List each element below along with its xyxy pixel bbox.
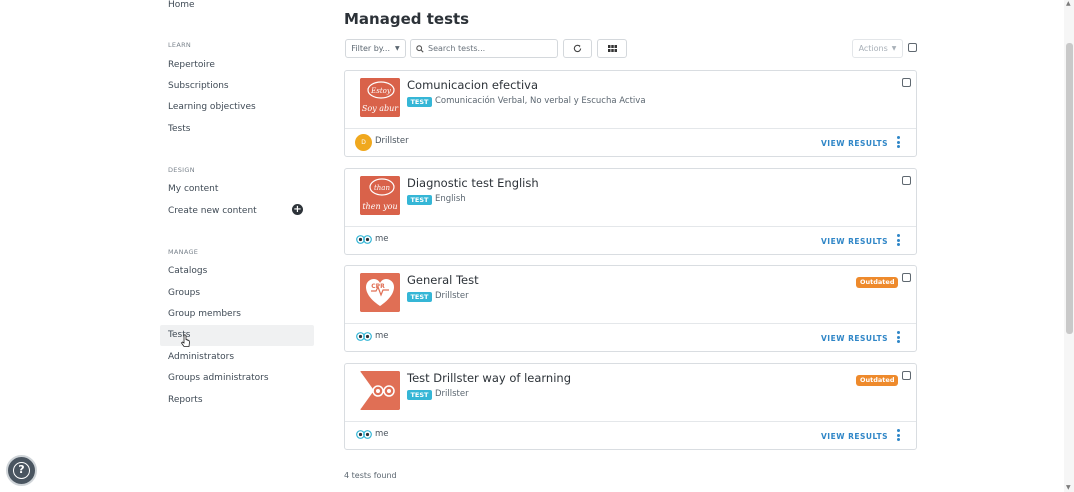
mouse-cursor-icon (181, 334, 190, 347)
page-title: Managed tests (344, 10, 470, 28)
outdated-badge: Outdated (856, 277, 899, 288)
scroll-up-icon[interactable]: ▲ (1066, 0, 1071, 7)
sidebar-item-create-new-content[interactable]: Create new content (168, 206, 257, 216)
filter-dropdown[interactable]: Filter by... ▼ (345, 39, 406, 58)
sidebar-item-my-content[interactable]: My content (168, 184, 218, 194)
sidebar-item-group-members[interactable]: Group members (168, 309, 241, 319)
view-results-link[interactable]: VIEW RESULTS (821, 432, 888, 441)
drillster-eyes-icon (356, 430, 372, 439)
refresh-icon (573, 44, 582, 53)
card-divider (345, 323, 916, 324)
svg-text:Estoy: Estoy (370, 87, 392, 95)
card-divider (345, 128, 916, 129)
filter-label: Filter by... (351, 44, 391, 53)
card-checkbox[interactable] (902, 176, 911, 185)
scroll-thumb[interactable] (1066, 43, 1073, 334)
sidebar-item-catalogs[interactable]: Catalogs (168, 266, 207, 276)
test-badge: TEST (407, 390, 432, 400)
view-results-link[interactable]: VIEW RESULTS (821, 139, 888, 148)
sidebar-item-repertoire[interactable]: Repertoire (168, 60, 215, 70)
test-subtitle: Drillster (435, 291, 469, 301)
owner-name: me (375, 331, 389, 341)
caret-down-icon: ▼ (395, 45, 400, 52)
card-checkbox[interactable] (902, 371, 911, 380)
svg-text:then you: then you (362, 202, 397, 211)
test-subtitle: Drillster (435, 389, 469, 399)
view-results-link[interactable]: VIEW RESULTS (821, 334, 888, 343)
card-divider (345, 226, 916, 227)
help-icon: ? (13, 462, 30, 479)
test-badge: TEST (407, 292, 432, 302)
drillster-eyes-icon (356, 235, 372, 244)
sidebar-item-reports[interactable]: Reports (168, 395, 203, 405)
sidebar-item-learn-tests[interactable]: Tests (168, 124, 190, 134)
scrollbar[interactable]: ▲ ▼ (1064, 0, 1074, 492)
search-icon (416, 44, 424, 53)
test-thumbnail (360, 371, 400, 410)
learn-section-header: LEARN (168, 41, 192, 49)
design-section-header: DESIGN (168, 166, 195, 174)
view-results-link[interactable]: VIEW RESULTS (821, 237, 888, 246)
more-options-icon[interactable] (897, 136, 901, 148)
test-thumbnail: Estoy Soy abur (360, 78, 400, 117)
sidebar-item-learning-objectives[interactable]: Learning objectives (168, 102, 256, 112)
help-button[interactable]: ? (6, 455, 37, 486)
test-title[interactable]: Test Drillster way of learning (407, 371, 571, 385)
refresh-button[interactable] (563, 39, 592, 58)
scroll-down-icon[interactable]: ▼ (1066, 484, 1071, 491)
sidebar-item-administrators[interactable]: Administrators (168, 352, 234, 362)
sidebar-item-subscriptions[interactable]: Subscriptions (168, 81, 229, 91)
search-input[interactable] (428, 44, 556, 53)
caret-down-icon: ▼ (891, 45, 897, 52)
owner-name: me (375, 429, 389, 439)
manage-section-header: MANAGE (168, 248, 199, 256)
card-divider (345, 421, 916, 422)
outdated-badge: Outdated (856, 375, 899, 386)
actions-dropdown[interactable]: Actions ▼ (852, 39, 903, 58)
results-count: 4 tests found (344, 471, 397, 480)
select-all-checkbox[interactable] (908, 43, 917, 52)
grid-icon (607, 45, 617, 52)
sidebar-item-groups[interactable]: Groups (168, 288, 200, 298)
test-subtitle: English (435, 194, 466, 204)
more-options-icon[interactable] (897, 331, 901, 343)
test-title[interactable]: Comunicacion efectiva (407, 78, 538, 92)
test-thumbnail: CPR (360, 273, 400, 312)
page: Home LEARN Repertoire Subscriptions Lear… (0, 0, 1074, 492)
test-card[interactable]: Estoy Soy abur Comunicacion efectiva TES… (344, 70, 917, 157)
plus-circle-icon[interactable]: + (292, 204, 303, 215)
more-options-icon[interactable] (897, 429, 901, 441)
test-badge: TEST (407, 97, 432, 107)
test-badge: TEST (407, 195, 432, 205)
more-options-icon[interactable] (897, 234, 901, 246)
grid-view-button[interactable] (597, 39, 627, 58)
sidebar-item-groups-administrators[interactable]: Groups administrators (168, 373, 269, 383)
card-checkbox[interactable] (902, 273, 911, 282)
test-title[interactable]: Diagnostic test English (407, 176, 539, 190)
avatar: D (355, 134, 372, 151)
test-subtitle: Comunicación Verbal, No verbal y Escucha… (435, 96, 646, 106)
test-thumbnail: than then you (360, 176, 400, 215)
test-title[interactable]: General Test (407, 273, 479, 287)
svg-text:Soy abur: Soy abur (362, 104, 399, 113)
search-box[interactable] (410, 39, 558, 58)
actions-label: Actions (858, 44, 888, 53)
card-checkbox[interactable] (902, 78, 911, 87)
svg-text:than: than (374, 184, 390, 192)
svg-text:CPR: CPR (371, 283, 385, 290)
test-card[interactable]: than then you Diagnostic test English TE… (344, 168, 917, 255)
test-card[interactable]: CPR General Test TEST Drillster Outdated… (344, 265, 917, 352)
owner-name: Drillster (375, 136, 409, 146)
drillster-eyes-icon (356, 332, 372, 341)
test-card[interactable]: Test Drillster way of learning TEST Dril… (344, 363, 917, 450)
owner-name: me (375, 234, 389, 244)
sidebar-item-home[interactable]: Home (168, 0, 195, 10)
